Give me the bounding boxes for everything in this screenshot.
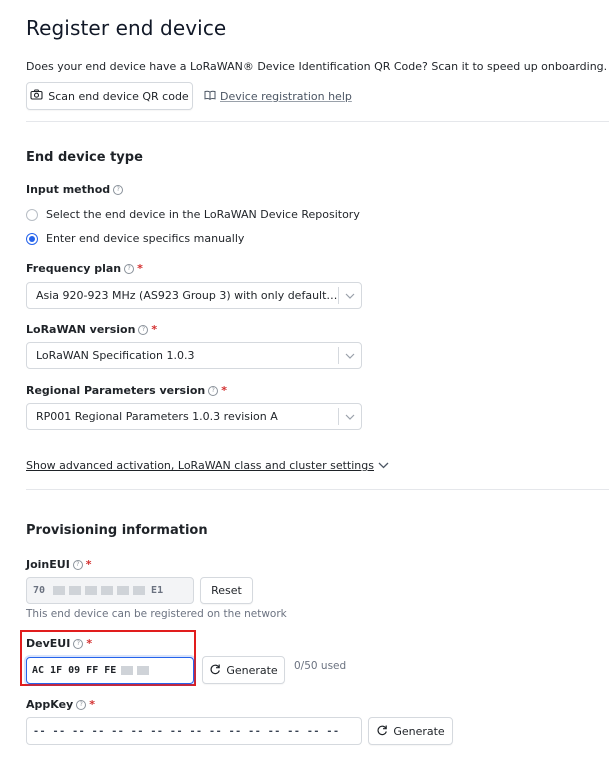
radio-manual[interactable]: Enter end device specifics manually	[26, 232, 244, 245]
chevron-down-icon[interactable]	[339, 414, 361, 420]
refresh-icon	[209, 663, 221, 678]
regional-parameters-label-text: Regional Parameters version	[26, 384, 206, 397]
help-icon[interactable]: ?	[76, 699, 87, 710]
required-marker: *	[85, 558, 92, 571]
required-marker: *	[137, 262, 143, 275]
advanced-settings-label: Show advanced activation, LoRaWAN class …	[26, 459, 374, 472]
joineui-hint: This end device can be registered on the…	[26, 608, 287, 620]
reset-button[interactable]: Reset	[200, 577, 253, 604]
deveui-label: DevEUI ? *	[26, 637, 92, 650]
appkey-label: AppKey ? *	[26, 698, 95, 711]
generate-label: Generate	[226, 663, 278, 677]
scan-qr-label: Scan end device QR code	[48, 89, 189, 103]
redacted-bytes	[51, 585, 147, 596]
help-link-label: Device registration help	[220, 90, 352, 103]
required-marker: *	[221, 384, 227, 397]
radio-button-selected[interactable]	[26, 232, 38, 245]
radio-label: Enter end device specifics manually	[46, 232, 245, 245]
regional-parameters-value: RP001 Regional Parameters 1.0.3 revision…	[36, 410, 278, 423]
frequency-plan-select[interactable]: Asia 920-923 MHz (AS923 Group 3) with on…	[26, 282, 362, 309]
chevron-down-icon[interactable]	[339, 293, 361, 299]
divider	[26, 489, 609, 490]
joineui-prefix: 70	[33, 585, 46, 596]
deveui-usage-count: 0/50 used	[294, 660, 347, 672]
redacted-bytes	[119, 665, 151, 676]
device-registration-help-link[interactable]: Device registration help	[204, 90, 352, 103]
joineui-label-text: JoinEUI	[26, 558, 70, 571]
frequency-plan-value: Asia 920-923 MHz (AS923 Group 3) with on…	[36, 289, 338, 302]
page-title: Register end device	[26, 16, 227, 40]
regional-parameters-select[interactable]: RP001 Regional Parameters 1.0.3 revision…	[26, 403, 362, 430]
appkey-input[interactable]: -- -- -- -- -- -- -- -- -- -- -- -- -- -…	[26, 717, 362, 745]
appkey-label-text: AppKey	[26, 698, 74, 711]
chevron-down-icon[interactable]	[339, 353, 361, 359]
deveui-value: AC 1F 09 FF FE	[32, 665, 117, 676]
lorawan-version-label: LoRaWAN version ? *	[26, 323, 157, 336]
input-method-label-text: Input method	[26, 183, 111, 196]
radio-label: Select the end device in the LoRaWAN Dev…	[46, 208, 360, 221]
help-icon[interactable]: ?	[72, 559, 83, 570]
advanced-settings-toggle[interactable]: Show advanced activation, LoRaWAN class …	[26, 459, 389, 472]
help-icon[interactable]: ?	[73, 638, 84, 649]
help-icon[interactable]: ?	[138, 324, 149, 335]
help-icon[interactable]: ?	[208, 385, 219, 396]
joineui-label: JoinEUI ? *	[26, 558, 92, 571]
end-device-type-heading: End device type	[26, 150, 143, 165]
help-icon[interactable]: ?	[124, 263, 135, 274]
joineui-input[interactable]: 70 E1	[26, 577, 194, 604]
chevron-down-icon	[378, 459, 389, 472]
deveui-input[interactable]: AC 1F 09 FF FE	[26, 657, 194, 684]
lorawan-version-value: LoRaWAN Specification 1.0.3	[36, 349, 195, 362]
radio-repository[interactable]: Select the end device in the LoRaWAN Dev…	[26, 208, 360, 221]
qr-intro-text: Does your end device have a LoRaWAN® Dev…	[26, 60, 608, 73]
regional-parameters-label: Regional Parameters version ? *	[26, 384, 227, 397]
divider	[26, 121, 609, 122]
reset-label: Reset	[211, 584, 242, 597]
scan-qr-button[interactable]: Scan end device QR code	[26, 82, 193, 110]
provisioning-heading: Provisioning information	[26, 523, 208, 538]
refresh-icon	[376, 724, 388, 739]
deveui-generate-button[interactable]: Generate	[202, 656, 285, 684]
appkey-value: -- -- -- -- -- -- -- -- -- -- -- -- -- -…	[33, 725, 340, 737]
help-icon[interactable]: ?	[113, 184, 124, 195]
required-marker: *	[89, 698, 95, 711]
input-method-label: Input method ?	[26, 183, 124, 196]
book-icon	[204, 90, 216, 103]
frequency-plan-label-text: Frequency plan	[26, 262, 122, 275]
lorawan-version-label-text: LoRaWAN version	[26, 323, 136, 336]
required-marker: *	[151, 323, 158, 336]
lorawan-version-select[interactable]: LoRaWAN Specification 1.0.3	[26, 342, 362, 369]
camera-icon	[30, 89, 43, 103]
required-marker: *	[86, 637, 93, 650]
frequency-plan-label: Frequency plan ? *	[26, 262, 143, 275]
appkey-generate-button[interactable]: Generate	[368, 717, 453, 745]
joineui-suffix: E1	[151, 585, 164, 596]
generate-label: Generate	[393, 724, 445, 738]
deveui-label-text: DevEUI	[26, 637, 71, 650]
radio-button[interactable]	[26, 208, 38, 221]
